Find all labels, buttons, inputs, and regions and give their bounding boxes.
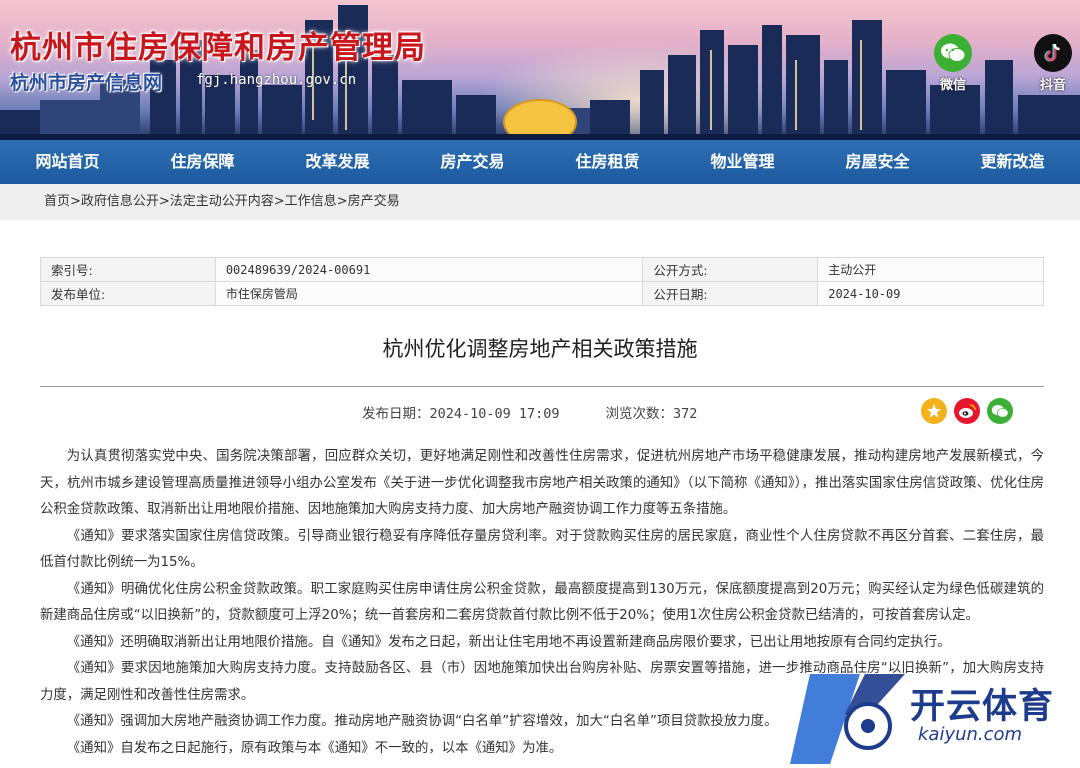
document-info-table: 索引号: 002489639/2024-00691 公开方式: 主动公开 发布单… [40, 257, 1044, 306]
index-label: 索引号: [40, 257, 216, 282]
site-subtitle[interactable]: 杭州市房产信息网 [10, 68, 162, 95]
table-row: 索引号: 002489639/2024-00691 公开方式: 主动公开 [40, 257, 1044, 282]
nav-item-property-management[interactable]: 物业管理 [675, 140, 810, 184]
wechat-label: 微信 [939, 78, 966, 93]
watermark-name: 开云体育 [910, 687, 1055, 727]
nav-item-building-safety[interactable]: 房屋安全 [810, 140, 945, 184]
share-wechat-button[interactable] [987, 398, 1013, 424]
views-value: 372 [673, 406, 698, 422]
issuer-label: 发布单位: [40, 281, 216, 306]
table-row: 发布单位: 市住保房管局 公开日期: 2024-10-09 [40, 281, 1044, 306]
mode-value: 主动公开 [817, 257, 1044, 282]
share-weibo-button[interactable] [954, 398, 980, 424]
article-meta: 发布日期：2024-10-09 17:09 浏览次数：372 [362, 402, 697, 422]
weibo-icon [959, 404, 976, 418]
publish-value: 2024-10-09 17:09 [429, 406, 560, 422]
share-qzone-button[interactable] [921, 398, 947, 424]
nav-item-renewal[interactable]: 更新改造 [945, 140, 1080, 184]
wechat-link[interactable]: 微信 [928, 34, 978, 93]
paragraph: 为认真贯彻落实党中央、国务院决策部署，回应群众关切，更好地满足刚性和改善性住房需… [40, 449, 1044, 517]
title-divider [40, 386, 1044, 387]
date-label: 公开日期: [642, 281, 819, 306]
index-value: 002489639/2024-00691 [214, 257, 644, 282]
wechat-share-icon [991, 404, 1009, 418]
douyin-icon [1034, 34, 1072, 72]
views-label: 浏览次数： [605, 406, 674, 422]
main-nav: 网站首页 住房保障 改革发展 房产交易 住房租赁 物业管理 房屋安全 更新改造 [0, 140, 1080, 184]
header-banner: 杭州市住房保障和房产管理局 杭州市房产信息网 fgj.hangzhou.gov.… [0, 0, 1080, 140]
star-icon [927, 404, 941, 418]
paragraph: 《通知》还明确取消新出让用地限价措施。自《通知》发布之日起，新出让住宅用地不再设… [66, 634, 951, 650]
douyin-label: 抖音 [1039, 78, 1066, 93]
breadcrumb-bar: 首页>政府信息公开>法定主动公开内容>工作信息>房产交易 [0, 184, 1080, 220]
wechat-icon [934, 34, 972, 72]
nav-item-reform[interactable]: 改革发展 [270, 140, 405, 184]
date-value: 2024-10-09 [817, 281, 1044, 306]
watermark-url: kaiyun.com [918, 724, 1023, 745]
mode-label: 公开方式: [642, 257, 819, 282]
paragraph: 《通知》明确优化住房公积金贷款政策。职工家庭购买住房申请住房公积金贷款，最高额度… [40, 581, 1044, 624]
nav-item-property-trading[interactable]: 房产交易 [405, 140, 540, 184]
issuer-value: 市住保房管局 [214, 281, 644, 306]
site-domain: fgj.hangzhou.gov.cn [196, 72, 357, 88]
site-title[interactable]: 杭州市住房保障和房产管理局 [10, 22, 426, 67]
douyin-link[interactable]: 抖音 [1028, 34, 1078, 93]
breadcrumb[interactable]: 首页>政府信息公开>法定主动公开内容>工作信息>房产交易 [44, 184, 400, 220]
nav-item-housing-security[interactable]: 住房保障 [135, 140, 270, 184]
nav-item-rental[interactable]: 住房租赁 [540, 140, 675, 184]
publish-label: 发布日期： [362, 406, 430, 422]
paragraph: 《通知》要求落实国家住房信贷政策。引导商业银行稳妥有序降低存量房贷利率。对于贷款… [40, 528, 1044, 571]
nav-item-home[interactable]: 网站首页 [0, 140, 135, 184]
article-title: 杭州优化调整房地产相关政策措施 [382, 337, 698, 361]
